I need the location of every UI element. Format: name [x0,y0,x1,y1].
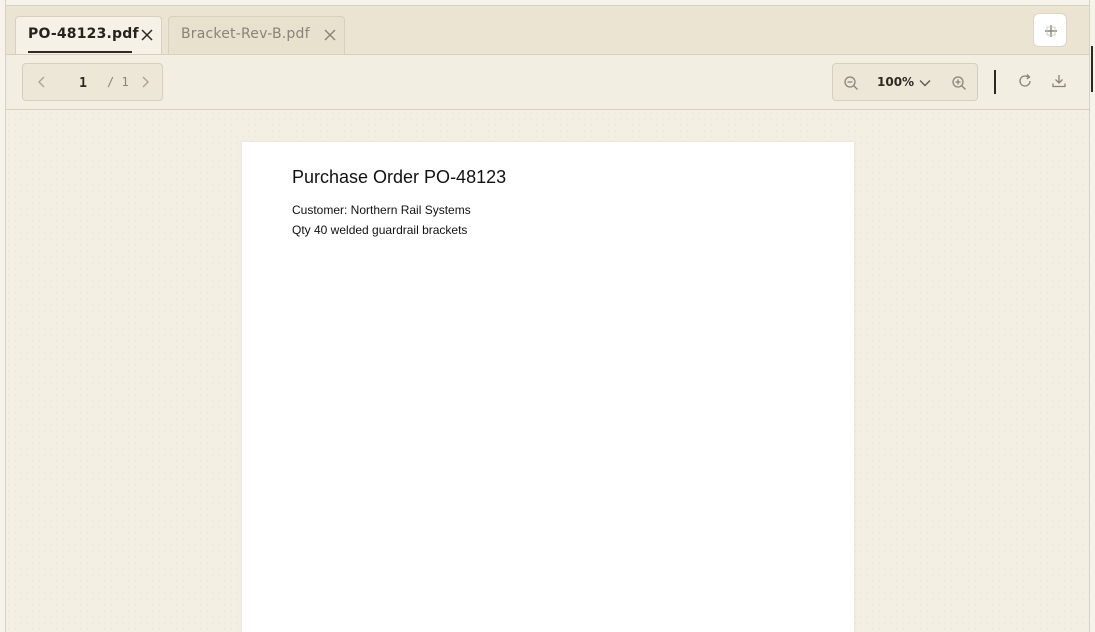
close-icon[interactable] [140,28,154,42]
document-title: Purchase Order PO-48123 [292,167,507,187]
tab-po-48123[interactable]: PO-48123.pdf [15,16,162,54]
close-icon[interactable] [323,28,337,42]
document-quantity-line: Qty 40 welded guardrail brackets [292,223,468,237]
page-number-input[interactable] [71,74,95,92]
scroll-indicator [1091,46,1093,92]
page-total: / 1 [107,75,129,89]
rotate-icon[interactable] [1017,73,1033,89]
active-tab-underline [28,51,132,53]
chevron-right-icon[interactable] [138,75,152,89]
zoom-in-icon[interactable] [951,75,967,91]
tab-bracket-rev-b[interactable]: Bracket-Rev-B.pdf [168,16,345,54]
window-right-edge [1089,0,1095,632]
download-icon[interactable] [1051,73,1067,89]
document-customer-line: Customer: Northern Rail Systems [292,203,471,217]
zoom-out-icon[interactable] [843,75,859,91]
tab-bar: PO-48123.pdf Bracket-Rev-B.pdf [6,6,1089,55]
viewer-toolbar: / 1 100% [6,55,1089,110]
new-tab-button[interactable] [1033,13,1067,47]
document-canvas[interactable]: Purchase Order PO-48123 Customer: Northe… [6,110,1089,632]
zoom-level[interactable]: 100% [877,75,914,89]
chevron-left-icon[interactable] [35,75,49,89]
pdf-page: Purchase Order PO-48123 Customer: Northe… [242,142,854,632]
toolbar-divider [994,70,996,94]
zoom-controls: 100% [832,63,978,101]
tab-label: PO-48123.pdf [28,26,139,42]
tab-label: Bracket-Rev-B.pdf [181,26,310,42]
page-navigator: / 1 [22,63,163,101]
chevron-down-icon[interactable] [918,76,932,90]
pdf-viewer-app: PO-48123.pdf Bracket-Rev-B.pdf 1 / 1 100… [0,0,1095,632]
